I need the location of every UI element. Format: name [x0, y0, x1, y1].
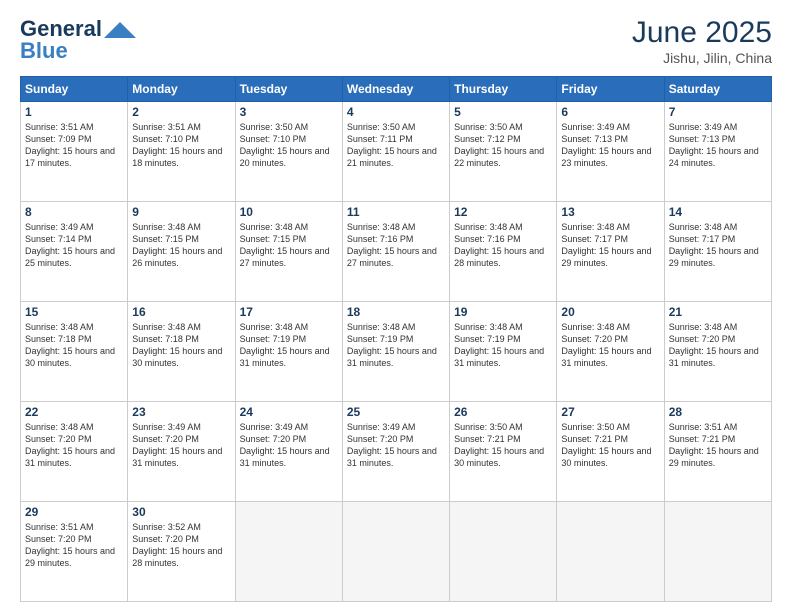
day-cell-2: 2 Sunrise: 3:51 AMSunset: 7:10 PMDayligh… [128, 102, 235, 202]
day-cell-27: 27 Sunrise: 3:50 AMSunset: 7:21 PMDaylig… [557, 402, 664, 502]
title-block: June 2025 Jishu, Jilin, China [632, 16, 772, 66]
week-row-0: 1 Sunrise: 3:51 AMSunset: 7:09 PMDayligh… [21, 102, 772, 202]
day-cell-22: 22 Sunrise: 3:48 AMSunset: 7:20 PMDaylig… [21, 402, 128, 502]
col-wednesday: Wednesday [342, 77, 449, 102]
calendar-body: 1 Sunrise: 3:51 AMSunset: 7:09 PMDayligh… [21, 102, 772, 602]
week-row-3: 22 Sunrise: 3:48 AMSunset: 7:20 PMDaylig… [21, 402, 772, 502]
location: Jishu, Jilin, China [632, 50, 772, 66]
week-row-1: 8 Sunrise: 3:49 AMSunset: 7:14 PMDayligh… [21, 202, 772, 302]
logo-blue: Blue [20, 38, 68, 64]
day-cell-7: 7 Sunrise: 3:49 AMSunset: 7:13 PMDayligh… [664, 102, 771, 202]
empty-cell [664, 502, 771, 602]
day-cell-29: 29 Sunrise: 3:51 AMSunset: 7:20 PMDaylig… [21, 502, 128, 602]
day-cell-9: 9 Sunrise: 3:48 AMSunset: 7:15 PMDayligh… [128, 202, 235, 302]
day-cell-6: 6 Sunrise: 3:49 AMSunset: 7:13 PMDayligh… [557, 102, 664, 202]
day-cell-16: 16 Sunrise: 3:48 AMSunset: 7:18 PMDaylig… [128, 302, 235, 402]
col-sunday: Sunday [21, 77, 128, 102]
day-cell-17: 17 Sunrise: 3:48 AMSunset: 7:19 PMDaylig… [235, 302, 342, 402]
logo-icon [104, 20, 136, 40]
day-cell-12: 12 Sunrise: 3:48 AMSunset: 7:16 PMDaylig… [450, 202, 557, 302]
day-cell-10: 10 Sunrise: 3:48 AMSunset: 7:15 PMDaylig… [235, 202, 342, 302]
day-cell-30: 30 Sunrise: 3:52 AMSunset: 7:20 PMDaylig… [128, 502, 235, 602]
week-row-4: 29 Sunrise: 3:51 AMSunset: 7:20 PMDaylig… [21, 502, 772, 602]
day-cell-21: 21 Sunrise: 3:48 AMSunset: 7:20 PMDaylig… [664, 302, 771, 402]
col-saturday: Saturday [664, 77, 771, 102]
day-cell-19: 19 Sunrise: 3:48 AMSunset: 7:19 PMDaylig… [450, 302, 557, 402]
header: General Blue June 2025 Jishu, Jilin, Chi… [20, 16, 772, 66]
week-row-2: 15 Sunrise: 3:48 AMSunset: 7:18 PMDaylig… [21, 302, 772, 402]
day-cell-5: 5 Sunrise: 3:50 AMSunset: 7:12 PMDayligh… [450, 102, 557, 202]
empty-cell [557, 502, 664, 602]
day-cell-18: 18 Sunrise: 3:48 AMSunset: 7:19 PMDaylig… [342, 302, 449, 402]
day-cell-26: 26 Sunrise: 3:50 AMSunset: 7:21 PMDaylig… [450, 402, 557, 502]
day-cell-11: 11 Sunrise: 3:48 AMSunset: 7:16 PMDaylig… [342, 202, 449, 302]
logo: General Blue [20, 16, 136, 64]
day-cell-8: 8 Sunrise: 3:49 AMSunset: 7:14 PMDayligh… [21, 202, 128, 302]
day-cell-13: 13 Sunrise: 3:48 AMSunset: 7:17 PMDaylig… [557, 202, 664, 302]
page: General Blue June 2025 Jishu, Jilin, Chi… [0, 0, 792, 612]
day-cell-14: 14 Sunrise: 3:48 AMSunset: 7:17 PMDaylig… [664, 202, 771, 302]
day-cell-15: 15 Sunrise: 3:48 AMSunset: 7:18 PMDaylig… [21, 302, 128, 402]
day-cell-28: 28 Sunrise: 3:51 AMSunset: 7:21 PMDaylig… [664, 402, 771, 502]
col-thursday: Thursday [450, 77, 557, 102]
calendar: Sunday Monday Tuesday Wednesday Thursday… [20, 76, 772, 602]
day-cell-25: 25 Sunrise: 3:49 AMSunset: 7:20 PMDaylig… [342, 402, 449, 502]
empty-cell [235, 502, 342, 602]
day-cell-3: 3 Sunrise: 3:50 AMSunset: 7:10 PMDayligh… [235, 102, 342, 202]
calendar-header-row: Sunday Monday Tuesday Wednesday Thursday… [21, 77, 772, 102]
day-cell-23: 23 Sunrise: 3:49 AMSunset: 7:20 PMDaylig… [128, 402, 235, 502]
month-year: June 2025 [632, 16, 772, 50]
empty-cell [450, 502, 557, 602]
empty-cell [342, 502, 449, 602]
day-cell-4: 4 Sunrise: 3:50 AMSunset: 7:11 PMDayligh… [342, 102, 449, 202]
day-cell-24: 24 Sunrise: 3:49 AMSunset: 7:20 PMDaylig… [235, 402, 342, 502]
col-tuesday: Tuesday [235, 77, 342, 102]
day-cell-20: 20 Sunrise: 3:48 AMSunset: 7:20 PMDaylig… [557, 302, 664, 402]
col-friday: Friday [557, 77, 664, 102]
day-cell-1: 1 Sunrise: 3:51 AMSunset: 7:09 PMDayligh… [21, 102, 128, 202]
col-monday: Monday [128, 77, 235, 102]
